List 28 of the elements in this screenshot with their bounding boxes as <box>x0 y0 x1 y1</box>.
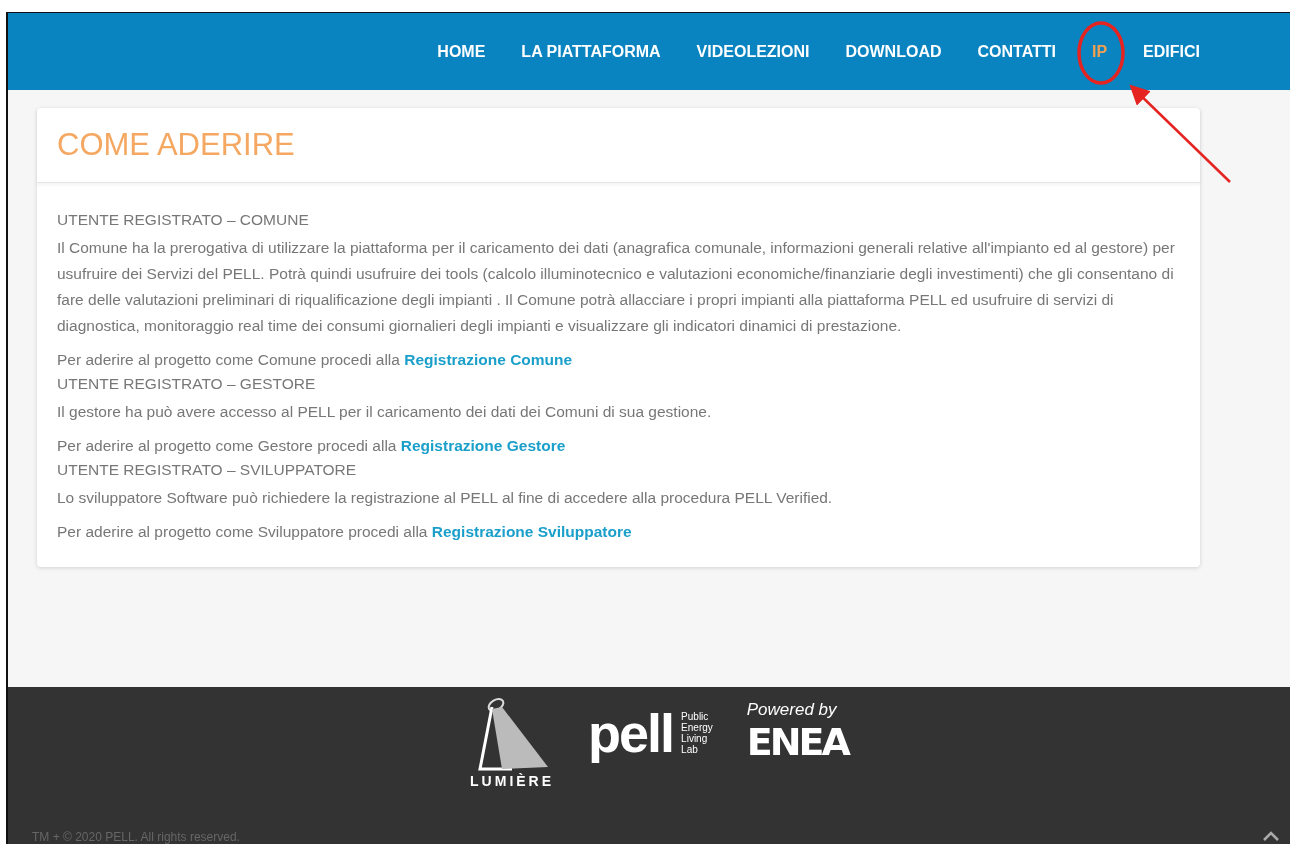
nav-link[interactable]: EDIFICI <box>1125 42 1218 61</box>
card-title: COME ADERIRE <box>57 126 296 164</box>
registration-link[interactable]: Registrazione Comune <box>404 351 573 368</box>
paragraph: Il gestore ha può avere accesso al PELL per il caricamento dei dati dei Comuni di sua gestione. <box>57 402 713 422</box>
tagline-word: Living <box>681 733 708 744</box>
paragraph: Lo sviluppatore Software può richiedere la registrazione al PELL al fine di accedere alla procedura PELL Verified. <box>57 488 834 508</box>
logo-text: LUMIÈRE <box>470 773 555 789</box>
highlight-circle <box>1077 21 1125 85</box>
nav-link[interactable]: LA PIATTAFORMA <box>503 42 679 61</box>
logo-text: ENEA <box>746 720 848 764</box>
sentence: Per aderire al progetto come Gestore procedi alla Registrazione Gestore <box>57 436 567 456</box>
nav-link[interactable]: HOME <box>419 42 504 61</box>
sentence: Per aderire al progetto come Sviluppatore procedi alla Registrazione Sviluppatore <box>57 522 633 542</box>
nav-link[interactable]: DOWNLOAD <box>827 42 960 61</box>
tagline-word: Lab <box>681 744 698 755</box>
powered-by-text: Powered by <box>746 700 838 720</box>
section-heading: UTENTE REGISTRATO – COMUNE <box>57 210 310 230</box>
section-heading: UTENTE REGISTRATO – GESTORE <box>57 374 317 394</box>
section-heading: UTENTE REGISTRATO – SVILUPPATORE <box>57 460 358 480</box>
registration-link[interactable]: Registrazione Gestore <box>400 437 566 454</box>
nav-link[interactable]: CONTATTI <box>959 42 1074 61</box>
paragraph: Il Comune ha la prerogativa di utilizzare la piattaforma per il caricamento dei dati (anagrafica comunale, informazioni generali relative all'impianto ed al gestore) per usufruire dei Servizi del PELL. Potrà quindi usufruire dei tools (calcolo illuminotecnico e valutazioni economiche/finanziarie degli investimenti) che gli consentano di fare delle valutazioni preliminari di riqualificazione degli impianti . Il Comune potrà allacciare i propri impianti alla piattaforma PELL ed usufruire di servizi di diagnostica, monitoraggio real time dei consumi giornalieri degli impianti e visualizzare gli indicatori dinamici di prestazione. <box>57 238 1176 336</box>
tagline-word: Public <box>681 711 710 722</box>
sentence: Per aderire al progetto come Comune procedi alla Registrazione Comune <box>57 350 574 370</box>
tagline-word: Energy <box>681 722 713 733</box>
nav-link[interactable]: VIDEOLEZIONI <box>678 42 828 61</box>
caret-up-icon[interactable] <box>1262 830 1280 842</box>
registration-link[interactable]: Registrazione Sviluppatore <box>431 523 632 540</box>
